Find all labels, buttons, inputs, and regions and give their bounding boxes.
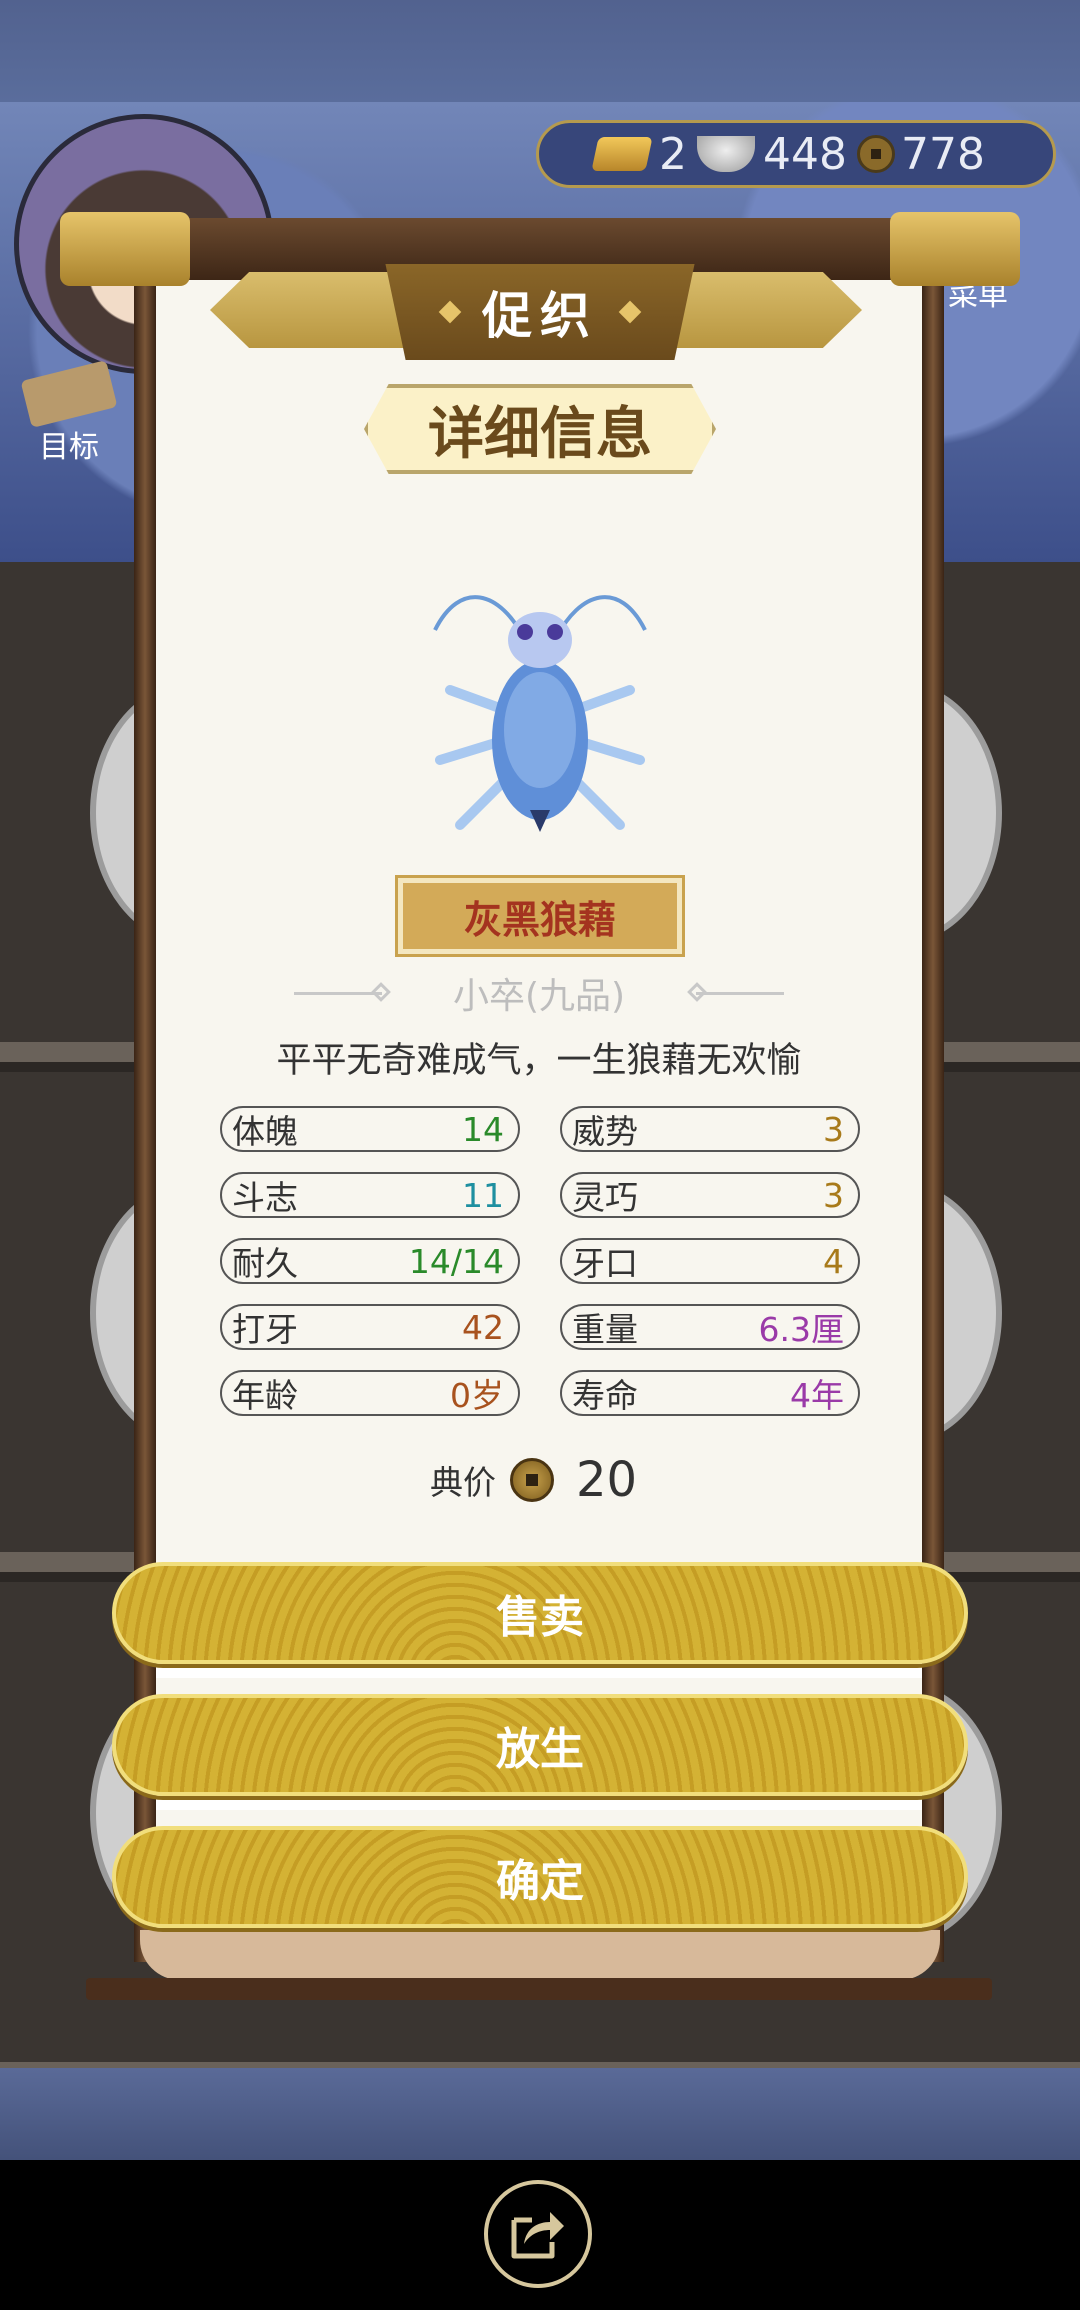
scroll-bottom-rod (86, 1978, 992, 2000)
stat-pill: 年龄 0岁 (220, 1370, 520, 1416)
price-value: 20 (576, 1452, 638, 1508)
stat-pill: 威势 3 (560, 1106, 860, 1152)
stat-label: 寿命 (572, 1376, 638, 1415)
subtitle-text: 详细信息 (428, 401, 652, 467)
stat-value: 4 (823, 1241, 844, 1281)
price-label: 典价 (430, 1463, 496, 1502)
button-gap (156, 1796, 922, 1810)
stat-label: 体魄 (232, 1112, 298, 1151)
copper-coin-icon (856, 135, 895, 173)
rod-cap-left (60, 212, 190, 286)
currency-bar: 2 448 778 (536, 120, 1056, 188)
button-gap (156, 1664, 922, 1678)
price-row: 典价 20 (430, 1448, 637, 1512)
stat-value: 6.3厘 (758, 1310, 844, 1349)
stat-value: 0岁 (450, 1376, 504, 1415)
stat-label: 打牙 (232, 1310, 298, 1349)
gold-bar-icon (591, 137, 653, 171)
cricket-image (433, 595, 647, 832)
stat-pill: 耐久 14/14 (220, 1238, 520, 1284)
stat-value: 42 (462, 1307, 504, 1347)
cricket-name-plate: 灰黑狼藉 (395, 875, 685, 957)
stat-value: 11 (462, 1175, 504, 1215)
rod-cap-right (890, 212, 1020, 286)
release-button[interactable]: 放生 (112, 1694, 968, 1796)
stat-value: 3 (823, 1109, 844, 1149)
copper-coin-icon (510, 1458, 554, 1502)
stat-label: 重量 (572, 1310, 638, 1349)
stat-pill: 打牙 42 (220, 1304, 520, 1350)
confirm-button[interactable]: 确定 (112, 1826, 968, 1928)
stat-pill: 斗志 11 (220, 1172, 520, 1218)
stat-value: 3 (823, 1175, 844, 1215)
stat-label: 灵巧 (572, 1178, 638, 1217)
stat-pill: 重量 6.3厘 (560, 1304, 860, 1350)
sell-button[interactable]: 售卖 (112, 1562, 968, 1664)
dialog-title: 促织 (385, 264, 695, 360)
stat-value: 14 (462, 1109, 504, 1149)
diamond-ornament (438, 300, 462, 324)
diamond-ornament (618, 300, 642, 324)
cricket-rank: 小卒(九品) (452, 976, 626, 1017)
stat-label: 斗志 (232, 1178, 298, 1217)
sell-button-label: 售卖 (496, 1592, 584, 1643)
stat-pill: 灵巧 3 (560, 1172, 860, 1218)
stat-pill: 体魄 14 (220, 1106, 520, 1152)
goal-button[interactable]: 目标 (14, 360, 124, 465)
cricket-name: 灰黑狼藉 (463, 897, 616, 942)
confirm-button-label: 确定 (496, 1856, 584, 1907)
stat-label: 耐久 (232, 1244, 298, 1283)
share-button[interactable] (484, 2180, 592, 2288)
stat-label: 年龄 (232, 1376, 298, 1415)
rank-divider-right (696, 991, 784, 995)
stat-label: 牙口 (572, 1244, 638, 1283)
subtitle-badge: 详细信息 (364, 384, 716, 474)
goal-label: 目标 (39, 430, 99, 465)
gold-count: 2 (659, 128, 687, 180)
stat-pill: 寿命 4年 (560, 1370, 860, 1416)
scroll-icon (20, 360, 118, 428)
stat-label: 威势 (572, 1112, 638, 1151)
dialog-title-text: 促织 (482, 287, 598, 345)
stat-value: 14/14 (408, 1241, 504, 1281)
scroll-bottom-paper (140, 1930, 940, 1980)
stat-pill: 牙口 4 (560, 1238, 860, 1284)
silver-count: 448 (763, 128, 847, 180)
rank-row: 小卒(九品) (294, 968, 784, 1018)
rank-divider-left (294, 991, 382, 995)
cricket-description: 平平无奇难成气，一生狼藉无欢愉 (276, 1041, 802, 1081)
bottom-stage (0, 2068, 1080, 2160)
silver-ingot-icon (697, 136, 755, 172)
copper-count: 778 (900, 128, 985, 180)
release-button-label: 放生 (496, 1724, 584, 1775)
share-icon (511, 2212, 564, 2259)
stat-value: 4年 (790, 1376, 844, 1415)
top-strip (0, 0, 1080, 102)
